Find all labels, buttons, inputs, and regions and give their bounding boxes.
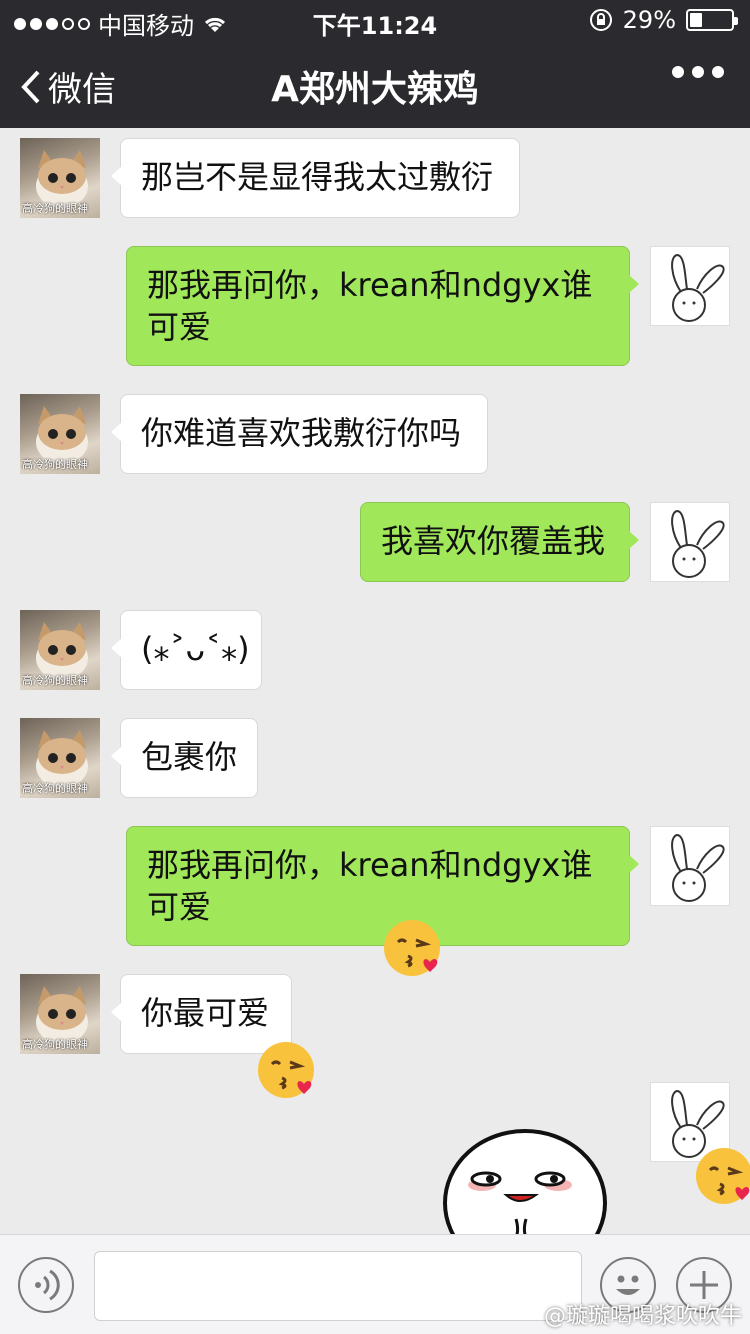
nav-bar: 微信 A郑州大辣鸡	[0, 40, 750, 128]
status-bar: 中国移动 下午11:24 29%	[0, 0, 750, 40]
my-avatar[interactable]	[650, 502, 730, 582]
avatar-caption: 高冷狗的眼神	[22, 458, 88, 471]
kiss-emoji-icon	[696, 1148, 750, 1204]
message-bubble-outgoing[interactable]: 我喜欢你覆盖我	[360, 502, 639, 582]
contact-avatar[interactable]: 高冷狗的眼神	[20, 394, 100, 474]
avatar-caption: 高冷狗的眼神	[22, 202, 88, 215]
voice-button[interactable]	[18, 1257, 74, 1313]
more-dots-icon[interactable]	[672, 66, 724, 78]
message-bubble-incoming[interactable]: 你难道喜欢我敷衍你吗	[111, 394, 488, 474]
avatar-caption: 高冷狗的眼神	[22, 674, 88, 687]
bunny-avatar-image	[671, 253, 725, 322]
message-text: 我喜欢你覆盖我	[381, 522, 606, 560]
voice-icon	[35, 1269, 60, 1301]
message-text: 那我再问你，krean和ndgyx谁可爱	[147, 266, 593, 346]
message-bubble-outgoing[interactable]: 那我再问你，krean和ndgyx谁可爱	[126, 246, 639, 366]
message-text: 包裹你	[141, 738, 238, 776]
message-bubble-outgoing[interactable]: 那我再问你，krean和ndgyx谁可爱	[126, 826, 639, 946]
bunny-avatar-image	[671, 509, 725, 578]
avatar-caption: 高冷狗的眼神	[22, 1038, 88, 1051]
contact-avatar[interactable]: 高冷狗的眼神	[20, 138, 100, 218]
chat-area[interactable]: 高冷狗的眼神 那岂不是显得我太过敷衍 那我再问你，krean和ndgyx谁可爱 …	[0, 128, 750, 1234]
message-text: 那岂不是显得我太过敷衍	[141, 158, 494, 196]
kiss-emoji-icon	[258, 1042, 314, 1098]
contact-avatar[interactable]: 高冷狗的眼神	[20, 718, 100, 798]
face-sticker[interactable]	[440, 1123, 610, 1234]
message-bubble-incoming[interactable]: (⁎˃ᴗ˂⁎)	[111, 610, 262, 690]
message-text: 那我再问你，krean和ndgyx谁可爱	[147, 846, 593, 926]
my-avatar[interactable]	[650, 246, 730, 326]
weibo-watermark: @璇璇喝喝浆吹吹牛	[543, 1304, 742, 1329]
message-text: (⁎˃ᴗ˂⁎)	[141, 630, 250, 668]
battery-percent: 29%	[622, 6, 676, 34]
message-text: 你最可爱	[141, 994, 270, 1032]
message-text: 你难道喜欢我敷衍你吗	[141, 414, 462, 452]
battery-icon	[686, 9, 738, 31]
bunny-avatar-image	[671, 833, 725, 902]
rotation-lock-icon	[589, 9, 612, 31]
top-bar: 中国移动 下午11:24 29% 微信 A郑州大辣鸡	[0, 0, 750, 128]
my-avatar[interactable]	[650, 826, 730, 906]
contact-avatar[interactable]: 高冷狗的眼神	[20, 974, 100, 1054]
contact-avatar[interactable]: 高冷狗的眼神	[20, 610, 100, 690]
message-input[interactable]	[94, 1251, 582, 1321]
input-bar: @璇璇喝喝浆吹吹牛	[0, 1234, 750, 1334]
chat-title: A郑州大辣鸡	[271, 69, 479, 110]
message-bubble-incoming[interactable]: 那岂不是显得我太过敷衍	[111, 138, 520, 218]
message-bubble-incoming[interactable]: 包裹你	[111, 718, 258, 798]
kiss-emoji-icon	[384, 920, 440, 976]
avatar-caption: 高冷狗的眼神	[22, 782, 88, 795]
